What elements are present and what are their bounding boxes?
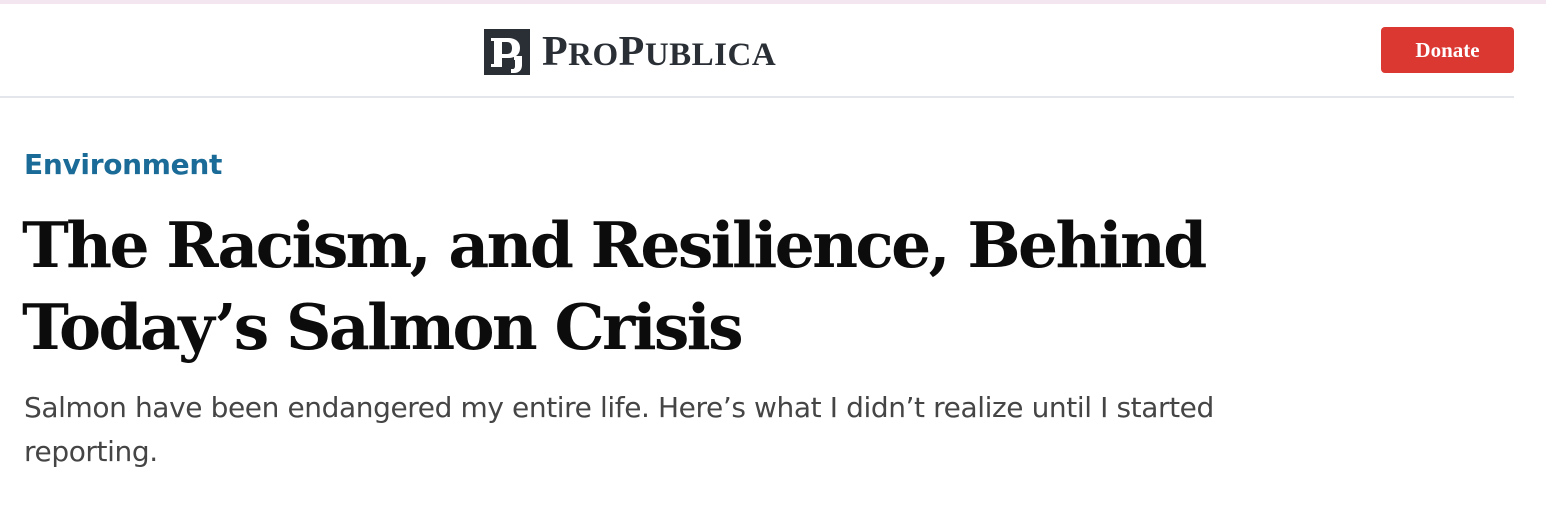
propublica-pj-icon: [484, 29, 530, 75]
article-headline: The Racism, and Resilience, Behind Today…: [22, 208, 1207, 364]
propublica-logo-link[interactable]: P RO P UBLICA: [484, 28, 776, 76]
site-header: P RO P UBLICA Donate: [0, 4, 1514, 98]
category-link-environment[interactable]: Environment: [24, 148, 222, 182]
propublica-wordmark: P RO P UBLICA: [542, 29, 777, 75]
donate-button[interactable]: Donate: [1381, 27, 1514, 73]
article-dek: Salmon have been endangered my entire li…: [24, 391, 1214, 468]
